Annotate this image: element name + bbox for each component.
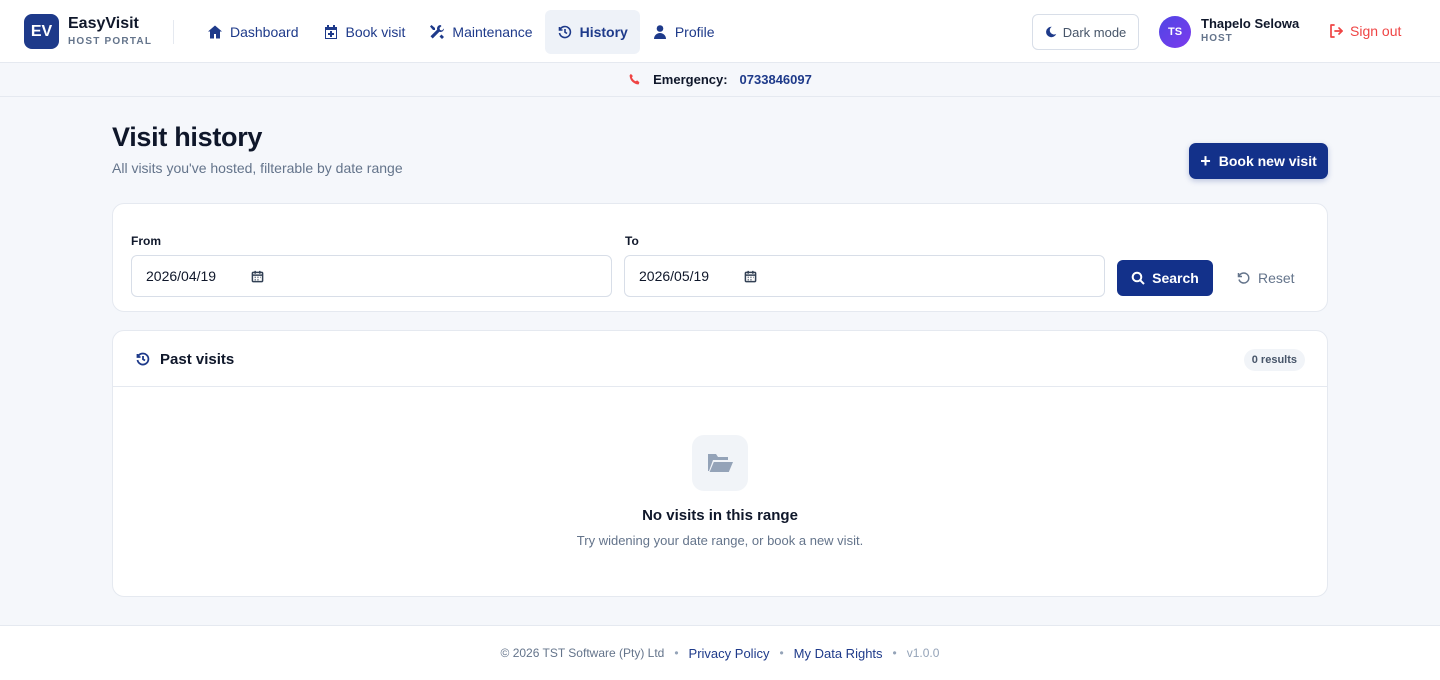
emergency-number[interactable]: 0733846097 (740, 72, 812, 87)
brand-logo[interactable]: EV (24, 14, 59, 49)
page-title: Visit history (112, 122, 263, 152)
date-filter-card: From 2026/04/19 To 2026/05/19 Search Res… (112, 203, 1328, 312)
reset-button[interactable]: Reset (1237, 260, 1295, 296)
search-icon (1131, 271, 1145, 285)
past-visits-title: Past visits (160, 351, 235, 368)
sign-out-icon (1330, 24, 1343, 38)
empty-state-subtitle: Try widening your date range, or book a … (576, 533, 864, 548)
nav-maintenance-label: Maintenance (452, 24, 533, 40)
footer-separator: • (779, 646, 784, 660)
brand-subtitle: HOST PORTAL (68, 36, 153, 47)
user-icon (653, 25, 666, 39)
from-date-value: 2026/04/19 (146, 268, 217, 284)
sign-out-label: Sign out (1350, 23, 1402, 39)
user-name: Thapelo Selowa (1201, 16, 1300, 31)
book-new-visit-button[interactable]: + Book new visit (1189, 143, 1328, 179)
footer-copyright: © 2026 TST Software (Pty) Ltd (500, 646, 665, 660)
from-date-input[interactable]: 2026/04/19 (131, 255, 612, 297)
history-icon (558, 25, 571, 39)
reset-label: Reset (1258, 270, 1295, 286)
search-label: Search (1152, 270, 1199, 286)
home-icon (208, 25, 222, 39)
emergency-label: Emergency: (653, 72, 728, 87)
top-navbar: EV EasyVisit HOST PORTAL Dashboard Book … (0, 0, 1440, 63)
privacy-policy-link[interactable]: Privacy Policy (689, 646, 770, 661)
calendar-icon[interactable] (251, 270, 264, 283)
tools-icon (430, 25, 445, 39)
book-new-visit-label: Book new visit (1218, 153, 1317, 169)
nav-maintenance[interactable]: Maintenance (417, 10, 544, 54)
empty-state-icon-box (692, 435, 748, 491)
to-date-input[interactable]: 2026/05/19 (624, 255, 1105, 297)
nav-history[interactable]: History (544, 10, 640, 54)
page-subtitle: All visits you've hosted, filterable by … (112, 160, 403, 176)
emergency-bar: Emergency: 0733846097 (0, 63, 1440, 97)
search-button[interactable]: Search (1117, 260, 1213, 296)
dark-mode-label: Dark mode (1062, 24, 1127, 40)
to-date-value: 2026/05/19 (639, 268, 710, 284)
past-visits-card: Past visits 0 results No visits in this … (112, 330, 1328, 597)
to-label: To (625, 234, 639, 248)
sign-out-button[interactable]: Sign out (1328, 20, 1401, 42)
from-label: From (131, 234, 161, 248)
moon-icon (1045, 26, 1056, 38)
nav-history-label: History (579, 24, 628, 40)
nav-dashboard[interactable]: Dashboard (195, 10, 311, 54)
reset-icon (1237, 272, 1250, 284)
nav-book-visit-label: Book visit (345, 24, 406, 40)
user-role: HOST (1201, 33, 1233, 44)
nav-dashboard-label: Dashboard (230, 24, 299, 40)
empty-state-title: No visits in this range (642, 507, 798, 524)
calendar-plus-icon (324, 25, 337, 39)
footer: © 2026 TST Software (Pty) Ltd • Privacy … (0, 625, 1440, 680)
footer-separator: • (892, 646, 897, 660)
past-visits-header: Past visits 0 results (113, 331, 1327, 387)
calendar-icon[interactable] (744, 270, 757, 283)
nav-profile-label: Profile (674, 24, 715, 40)
nav-divider (173, 20, 174, 44)
history-icon (136, 352, 150, 366)
app-version: v1.0.0 (906, 646, 940, 660)
phone-icon (629, 73, 640, 85)
nav-book-visit[interactable]: Book visit (311, 10, 418, 54)
plus-icon: + (1200, 151, 1211, 171)
nav-profile[interactable]: Profile (640, 10, 727, 54)
footer-separator: • (674, 646, 679, 660)
avatar[interactable]: TS (1159, 16, 1191, 48)
brand-name: EasyVisit (68, 15, 139, 32)
dark-mode-toggle[interactable]: Dark mode (1032, 14, 1139, 50)
data-rights-link[interactable]: My Data Rights (794, 646, 883, 661)
folder-open-icon (708, 454, 733, 472)
results-count-badge: 0 results (1243, 349, 1305, 371)
main-nav: Dashboard Book visit Maintenance History… (195, 10, 727, 54)
